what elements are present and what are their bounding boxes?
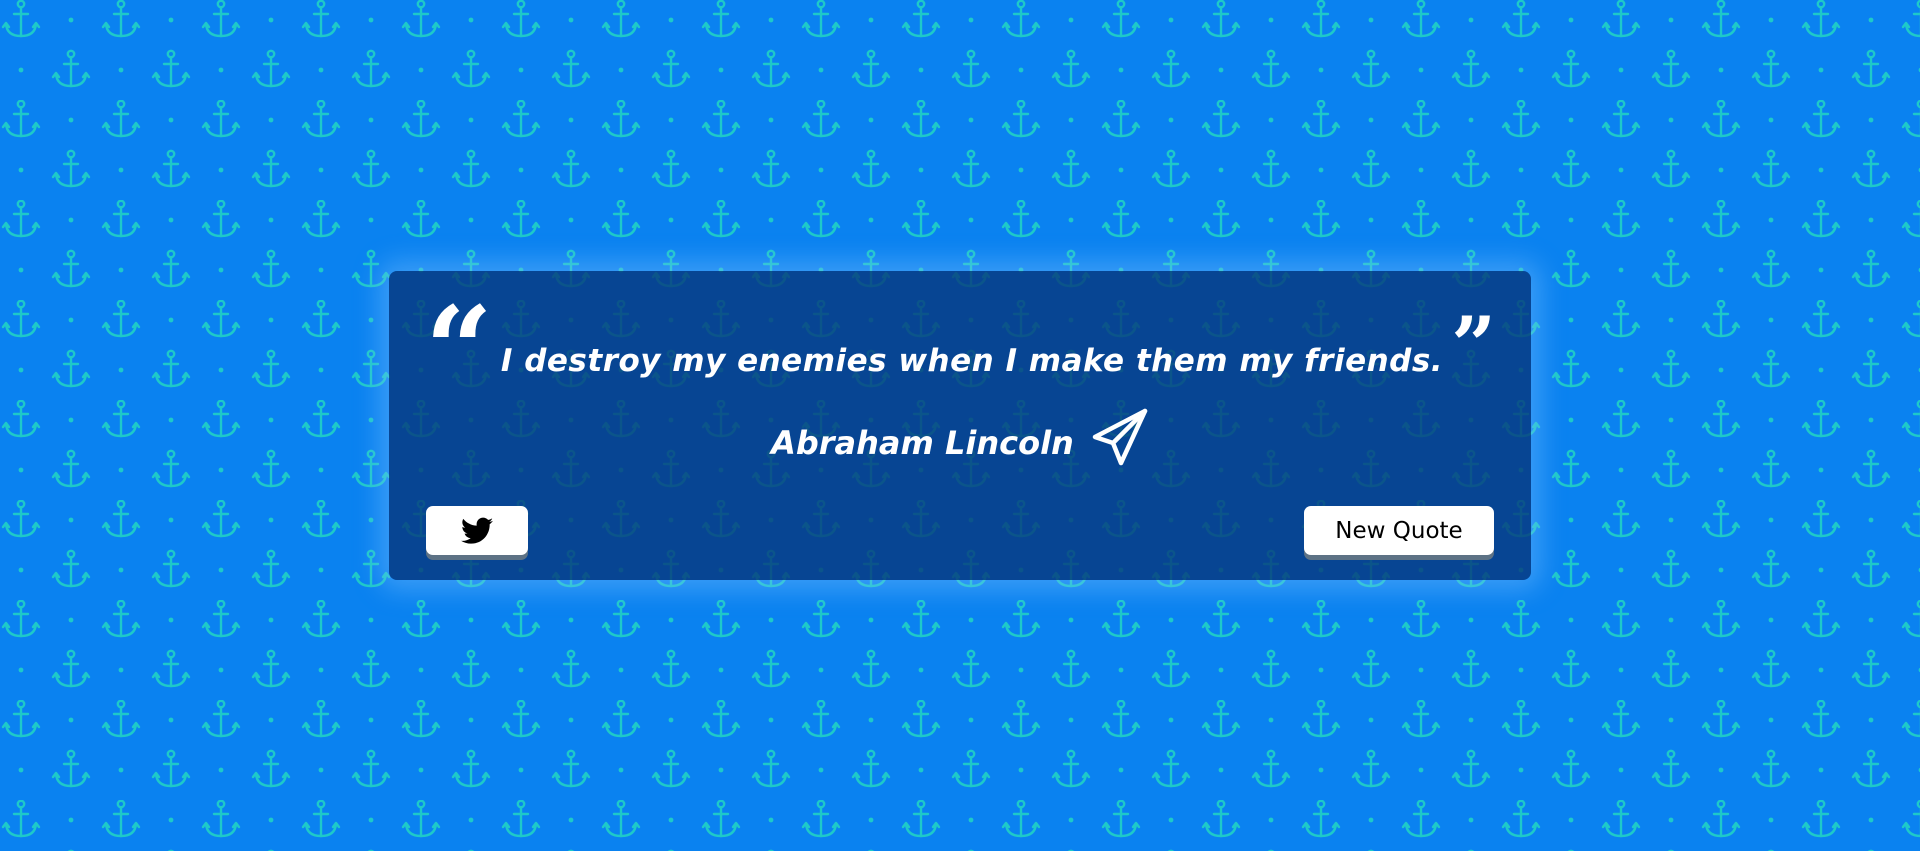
paper-plane-icon (1092, 408, 1148, 466)
quote-card: “I destroy my enemies when I make them m… (389, 271, 1531, 580)
open-quote-icon: “ (425, 280, 493, 419)
quote-author: Abraham Lincoln (771, 424, 1074, 462)
twitter-icon (461, 517, 493, 544)
tweet-button[interactable] (426, 506, 528, 555)
quote-row: “I destroy my enemies when I make them m… (425, 291, 1496, 409)
new-quote-button[interactable]: New Quote (1304, 506, 1494, 555)
quote-text: I destroy my enemies when I make them my… (500, 343, 1444, 379)
author-row: Abraham Lincoln (389, 407, 1531, 467)
close-quote-icon: ” (1451, 300, 1496, 391)
